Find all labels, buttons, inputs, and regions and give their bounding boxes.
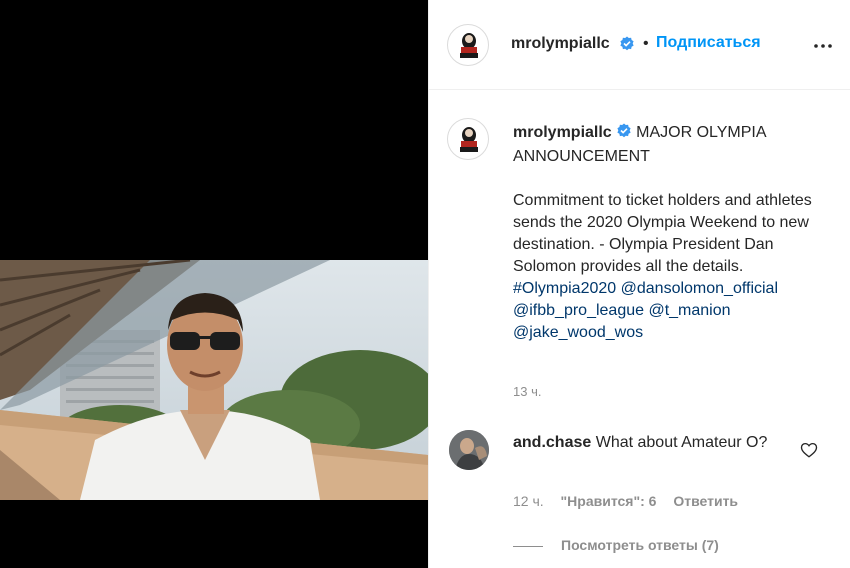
comment-username[interactable]: and.chase <box>513 434 591 451</box>
reply-button[interactable]: Ответить <box>673 493 738 509</box>
more-options-icon[interactable] <box>813 36 833 56</box>
heart-icon[interactable] <box>800 441 818 459</box>
header-username[interactable]: mrolympiallc <box>511 35 610 53</box>
post-details-panel: mrolympiallc • Подписаться mrolympiallc … <box>428 0 850 568</box>
comment-meta: 12 ч. "Нравится": 6 Ответить <box>513 493 751 509</box>
comment-body: and.chase What about Amateur O? <box>513 432 783 454</box>
commenter-avatar[interactable] <box>449 430 489 470</box>
post-caption: mrolympiallc MAJOR OLYMPIA ANNOUNCEMENT … <box>513 122 818 344</box>
olympia-logo-icon <box>460 127 478 152</box>
comment-text: What about Amateur O? <box>595 434 768 451</box>
comment-timestamp[interactable]: 12 ч. <box>513 493 544 509</box>
follow-button[interactable]: Подписаться <box>656 34 761 52</box>
post-media[interactable] <box>0 0 428 568</box>
verified-badge-icon <box>619 36 635 57</box>
olympia-logo-icon <box>460 33 478 58</box>
replies-divider <box>513 545 543 547</box>
post-timestamp[interactable]: 13 ч. <box>513 384 541 399</box>
caption-text: MAJOR OLYMPIA ANNOUNCEMENT Commitment to… <box>513 124 812 275</box>
hashtag-link[interactable]: #Olympia2020 <box>513 280 616 297</box>
verified-badge-icon <box>616 123 632 146</box>
video-player[interactable] <box>0 260 428 500</box>
caption-author-avatar[interactable] <box>447 118 489 160</box>
header-separator: • <box>643 35 649 52</box>
author-avatar[interactable] <box>447 24 489 66</box>
view-replies-label: Посмотреть ответы (7) <box>561 537 719 553</box>
mention-link[interactable]: @jake_wood_wos <box>513 324 643 341</box>
mention-link[interactable]: @t_manion <box>648 302 730 319</box>
view-replies-button[interactable]: Посмотреть ответы (7) <box>513 537 719 553</box>
mention-link[interactable]: @dansolomon_official <box>621 280 778 297</box>
caption-username[interactable]: mrolympiallc <box>513 124 612 141</box>
post-header: mrolympiallc • Подписаться <box>429 0 850 90</box>
mention-link[interactable]: @ifbb_pro_league <box>513 302 644 319</box>
commenter-photo <box>449 430 489 470</box>
video-frame-image <box>0 260 428 500</box>
comment-likes[interactable]: "Нравится": 6 <box>561 493 657 509</box>
